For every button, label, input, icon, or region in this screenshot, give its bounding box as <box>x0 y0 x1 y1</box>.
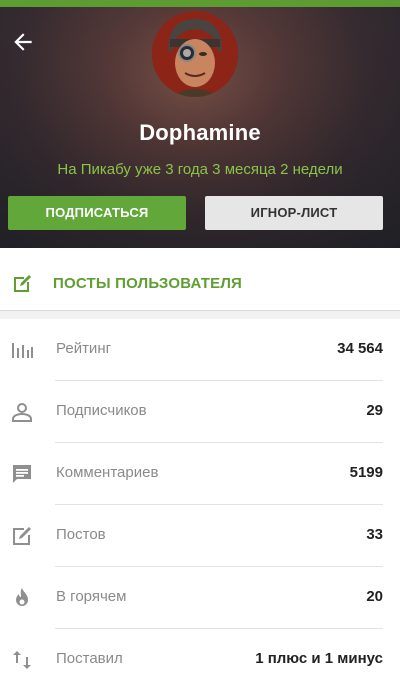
stat-label: Поставил <box>56 650 123 667</box>
stat-row-hot[interactable]: В горячем 20 <box>0 567 400 629</box>
user-posts-link[interactable]: ПОСТЫ ПОЛЬЗОВАТЕЛЯ <box>0 258 400 311</box>
stat-label: Постов <box>56 526 106 543</box>
ignore-list-button[interactable]: ИГНОР-ЛИСТ <box>205 196 383 230</box>
edit-icon <box>13 527 31 545</box>
profile-header: Dophamine На Пикабу уже 3 года 3 месяца … <box>0 7 400 248</box>
subscribe-button[interactable]: ПОДПИСАТЬСЯ <box>8 196 186 230</box>
fire-icon <box>16 588 28 606</box>
status-bar <box>0 0 400 7</box>
stat-label: В горячем <box>56 588 127 605</box>
stats-list: Рейтинг 34 564 Подписчиков 29 Комментари… <box>0 319 400 691</box>
avatar <box>152 11 238 97</box>
member-since-text: На Пикабу уже 3 года 3 месяца 2 недели <box>57 161 343 178</box>
stat-row-rating: Рейтинг 34 564 <box>0 319 400 381</box>
stat-row-posts[interactable]: Постов 33 <box>0 505 400 567</box>
stat-value: 29 <box>366 402 383 419</box>
edit-icon <box>14 275 31 292</box>
stat-label: Рейтинг <box>56 340 112 357</box>
rating-bars-icon <box>12 343 33 358</box>
stat-value: 33 <box>366 526 383 543</box>
stat-label: Комментариев <box>56 464 159 481</box>
stat-value: 1 плюс и 1 минус <box>255 650 383 667</box>
back-arrow-icon[interactable] <box>10 29 36 55</box>
stat-value: 20 <box>366 588 383 605</box>
stat-value: 5199 <box>349 464 383 481</box>
comment-icon <box>13 465 31 483</box>
stat-row-comments[interactable]: Комментариев 5199 <box>0 443 400 505</box>
up-down-arrows-icon <box>13 651 31 669</box>
user-posts-label: ПОСТЫ ПОЛЬЗОВАТЕЛЯ <box>53 275 243 292</box>
stat-label: Подписчиков <box>56 402 147 419</box>
section-gap <box>0 311 400 319</box>
stat-row-votes: Поставил 1 плюс и 1 минус <box>0 629 400 691</box>
profile-username: Dophamine <box>139 120 261 145</box>
person-icon <box>12 403 32 422</box>
stat-row-subscribers[interactable]: Подписчиков 29 <box>0 381 400 443</box>
stat-value: 34 564 <box>337 340 383 357</box>
